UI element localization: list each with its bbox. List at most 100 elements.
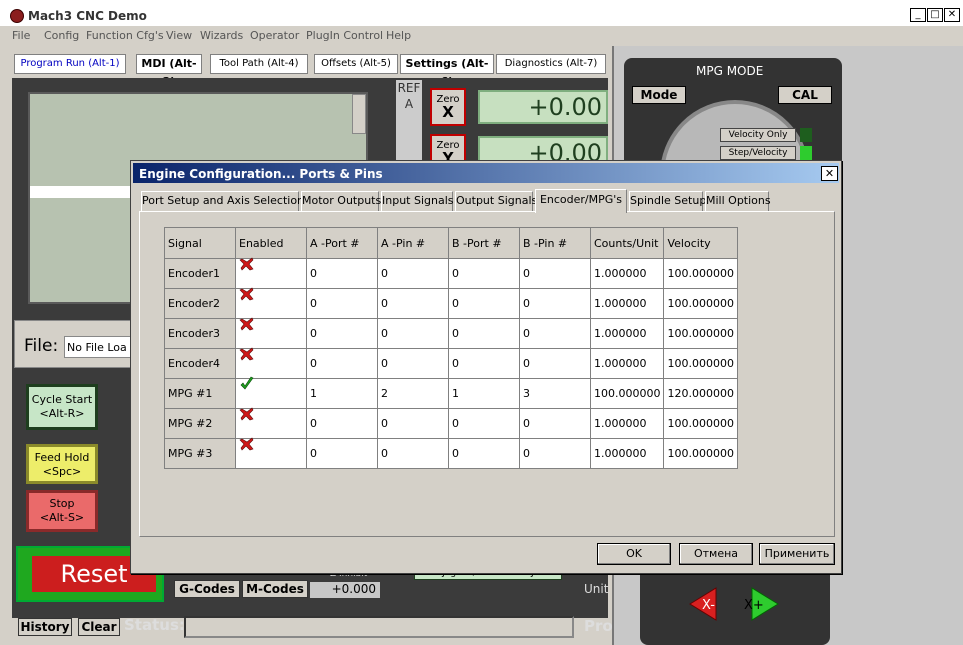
tab-input-signals[interactable]: Input Signals [381,191,454,211]
velocity-cell[interactable]: 100.000000 [663,348,738,379]
b-pin-cell[interactable]: 0 [519,288,591,319]
zero-x-button[interactable]: Zero X [430,88,466,126]
cycle-start-button[interactable]: Cycle Start <Alt-R> [26,384,98,430]
enabled-cell[interactable] [235,376,307,409]
b-pin-cell[interactable]: 0 [519,258,591,289]
a-port-cell[interactable]: 0 [306,348,378,379]
enabled-cell[interactable] [235,287,307,319]
velocity-cell[interactable]: 100.000000 [663,288,738,319]
gcodes-button[interactable]: G-Codes [174,580,240,598]
b-port-cell[interactable]: 0 [448,408,520,439]
step-velocity-button[interactable]: Step/Velocity [720,146,796,160]
close-button[interactable]: ✕ [944,8,960,22]
a-port-cell[interactable]: 0 [306,258,378,289]
menu-plugin-control[interactable]: PlugIn Control [306,29,383,42]
counts-cell[interactable]: 1.000000 [589,288,665,319]
minimize-button[interactable]: _ [910,8,926,22]
b-port-cell[interactable]: 0 [448,348,520,379]
feed-hold-button[interactable]: Feed Hold <Spc> [26,444,98,484]
menu-function-cfgs[interactable]: Function Cfg's [86,29,164,42]
tab-mdi[interactable]: MDI (Alt-2) [136,54,202,88]
tab-settings[interactable]: Settings (Alt-6) [400,54,494,88]
counts-cell[interactable]: 1.000000 [589,438,665,469]
zero-x-axis: X [442,103,454,121]
z-inhibit-dro[interactable]: +0.000 [310,582,380,598]
a-pin-cell[interactable]: 0 [377,348,449,379]
history-button[interactable]: History [18,618,72,636]
tab-output-signals[interactable]: Output Signals [455,191,537,211]
counts-cell[interactable]: 100.000000 [589,378,665,409]
enabled-cell[interactable] [235,257,307,289]
a-pin-cell[interactable]: 0 [377,438,449,469]
tab-encoder-mpgs[interactable]: Encoder/MPG's [535,189,627,213]
a-port-cell[interactable]: 0 [306,408,378,439]
enabled-cell[interactable] [235,437,307,469]
b-pin-cell[interactable]: 0 [519,348,591,379]
menu-operator[interactable]: Operator [250,29,299,42]
b-pin-cell[interactable]: 3 [519,378,591,409]
a-pin-cell[interactable]: 0 [377,318,449,349]
a-pin-cell[interactable]: 2 [377,378,449,409]
apply-button[interactable]: Применить [759,543,835,565]
b-pin-cell[interactable]: 0 [519,408,591,439]
counts-cell[interactable]: 1.000000 [589,318,665,349]
b-pin-cell[interactable]: 0 [519,438,591,469]
menu-file[interactable]: File [12,29,30,42]
b-port-cell[interactable]: 0 [448,258,520,289]
enabled-cell[interactable] [235,347,307,379]
enabled-cell[interactable] [235,317,307,349]
file-name-field[interactable]: No File Loa [64,336,132,358]
a-port-cell[interactable]: 0 [306,318,378,349]
clear-button[interactable]: Clear [78,618,120,636]
b-port-cell[interactable]: 0 [448,438,520,469]
tab-port-setup[interactable]: Port Setup and Axis Selection [141,191,304,211]
menu-view[interactable]: View [166,29,192,42]
a-pin-cell[interactable]: 0 [377,288,449,319]
b-port-cell[interactable]: 0 [448,318,520,349]
tab-motor-outputs[interactable]: Motor Outputs [301,191,381,211]
tab-program-run[interactable]: Program Run (Alt-1) [14,54,126,74]
b-port-cell[interactable]: 1 [448,378,520,409]
velocity-cell[interactable]: 100.000000 [663,318,738,349]
a-port-cell[interactable]: 0 [306,288,378,319]
menu-config[interactable]: Config [44,29,79,42]
cancel-button[interactable]: Отмена [679,543,753,565]
ok-button[interactable]: OK [597,543,671,565]
tab-offsets[interactable]: Offsets (Alt-5) [314,54,398,74]
a-port-cell[interactable]: 0 [306,438,378,469]
table-header-row: Signal Enabled A -Port # A -Pin # B -Por… [164,227,738,259]
mpg-mode-button[interactable]: Mode [632,86,686,104]
table-body: Encoder1 0 0 0 0 1.000000 100.000000 Encoder2 0 0… [164,257,738,469]
counts-cell[interactable]: 1.000000 [589,258,665,289]
counts-cell[interactable]: 1.000000 [589,348,665,379]
menu-help[interactable]: Help [386,29,411,42]
velocity-cell[interactable]: 100.000000 [663,408,738,439]
ref-all-home-label[interactable]: REFA [396,80,422,160]
a-pin-cell[interactable]: 0 [377,408,449,439]
mcodes-button[interactable]: M-Codes [242,580,308,598]
mach3-logo-icon [10,9,24,23]
counts-cell[interactable]: 1.000000 [589,408,665,439]
dialog-tabs: Port Setup and Axis Selection Motor Outp… [139,189,839,213]
dialog-close-icon[interactable]: ✕ [821,166,838,181]
dro-x[interactable]: +0.00 [478,90,608,124]
stop-button[interactable]: Stop <Alt-S> [26,490,98,532]
a-port-cell[interactable]: 1 [306,378,378,409]
velocity-cell[interactable]: 100.000000 [663,258,738,289]
velocity-cell[interactable]: 120.000000 [663,378,738,409]
menu-wizards[interactable]: Wizards [200,29,243,42]
b-pin-cell[interactable]: 0 [519,318,591,349]
gcode-scrollbar[interactable] [352,94,366,134]
b-port-cell[interactable]: 0 [448,288,520,319]
mpg-cal-button[interactable]: CAL [778,86,832,104]
tab-diagnostics[interactable]: Diagnostics (Alt-7) [496,54,606,74]
enabled-cell[interactable] [235,407,307,439]
maximize-button[interactable]: □ [927,8,943,22]
tab-tool-path[interactable]: Tool Path (Alt-4) [210,54,308,74]
signal-cell: Encoder3 [164,318,236,349]
velocity-only-button[interactable]: Velocity Only [720,128,796,142]
a-pin-cell[interactable]: 0 [377,258,449,289]
tab-spindle-setup[interactable]: Spindle Setup [629,191,706,211]
tab-mill-options[interactable]: Mill Options [705,191,771,211]
velocity-cell[interactable]: 100.000000 [663,438,738,469]
